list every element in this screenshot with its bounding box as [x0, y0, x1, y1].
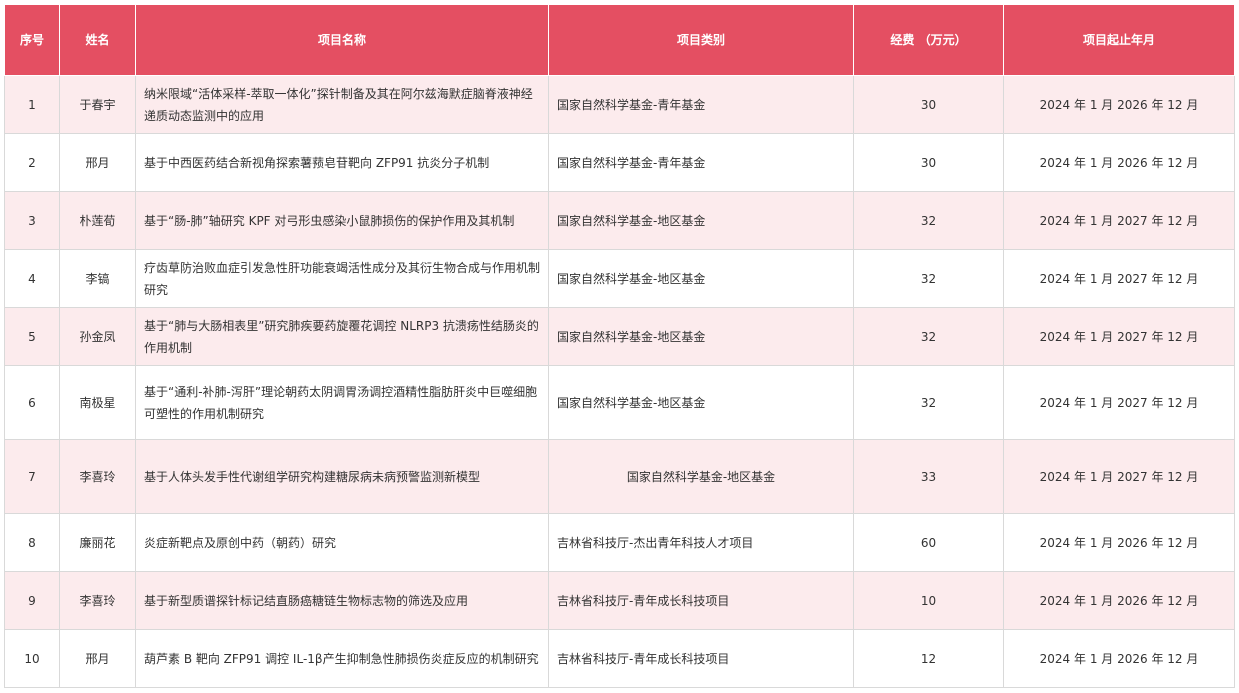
- cell-category: 国家自然科学基金-地区基金: [548, 249, 854, 308]
- cell-period: 2024 年 1 月 2026 年 12 月: [1003, 75, 1235, 134]
- cell-funding: 33: [853, 439, 1004, 514]
- header-no: 序号: [4, 4, 60, 76]
- cell-no: 1: [4, 75, 60, 134]
- cell-period: 2024 年 1 月 2027 年 12 月: [1003, 191, 1235, 250]
- cell-title: 基于“肠-肺”轴研究 KPF 对弓形虫感染小鼠肺损伤的保护作用及其机制: [135, 191, 549, 250]
- cell-funding: 60: [853, 513, 1004, 572]
- cell-category: 国家自然科学基金-地区基金: [548, 191, 854, 250]
- cell-title: 葫芦素 B 靶向 ZFP91 调控 IL-1β产生抑制急性肺损伤炎症反应的机制研…: [135, 629, 549, 688]
- cell-name: 孙金凤: [59, 307, 136, 366]
- cell-period: 2024 年 1 月 2027 年 12 月: [1003, 249, 1235, 308]
- table-row: 1 于春宇 纳米限域“活体采样-萃取一体化”探针制备及其在阿尔兹海默症脑脊液神经…: [4, 75, 1235, 134]
- cell-category: 国家自然科学基金-地区基金: [548, 439, 854, 514]
- cell-title: 基于“通利-补肺-泻肝”理论朝药太阴调胃汤调控酒精性脂肪肝炎中巨噬细胞可塑性的作…: [135, 365, 549, 440]
- header-category: 项目类别: [548, 4, 854, 76]
- cell-no: 10: [4, 629, 60, 688]
- cell-period: 2024 年 1 月 2026 年 12 月: [1003, 629, 1235, 688]
- cell-title: 基于“肺与大肠相表里”研究肺疾要药旋覆花调控 NLRP3 抗溃疡性结肠炎的作用机…: [135, 307, 549, 366]
- table-row: 8 廉丽花 炎症新靶点及原创中药（朝药）研究 吉林省科技厅-杰出青年科技人才项目…: [4, 513, 1235, 572]
- header-name: 姓名: [59, 4, 136, 76]
- cell-name: 南极星: [59, 365, 136, 440]
- cell-title: 疗齿草防治败血症引发急性肝功能衰竭活性成分及其衍生物合成与作用机制研究: [135, 249, 549, 308]
- cell-category: 国家自然科学基金-地区基金: [548, 307, 854, 366]
- cell-name: 廉丽花: [59, 513, 136, 572]
- cell-category: 吉林省科技厅-杰出青年科技人才项目: [548, 513, 854, 572]
- cell-category: 国家自然科学基金-青年基金: [548, 133, 854, 192]
- cell-period: 2024 年 1 月 2027 年 12 月: [1003, 439, 1235, 514]
- header-title: 项目名称: [135, 4, 549, 76]
- cell-funding: 32: [853, 307, 1004, 366]
- cell-funding: 32: [853, 365, 1004, 440]
- table-row: 4 李镐 疗齿草防治败血症引发急性肝功能衰竭活性成分及其衍生物合成与作用机制研究…: [4, 249, 1235, 308]
- header-row: 序号 姓名 项目名称 项目类别 经费 （万元） 项目起止年月: [4, 4, 1235, 76]
- cell-no: 8: [4, 513, 60, 572]
- cell-no: 9: [4, 571, 60, 630]
- cell-category: 吉林省科技厅-青年成长科技项目: [548, 629, 854, 688]
- cell-no: 6: [4, 365, 60, 440]
- cell-category: 国家自然科学基金-地区基金: [548, 365, 854, 440]
- table-row: 5 孙金凤 基于“肺与大肠相表里”研究肺疾要药旋覆花调控 NLRP3 抗溃疡性结…: [4, 307, 1235, 366]
- table-row: 7 李喜玲 基于人体头发手性代谢组学研究构建糖尿病未病预警监测新模型 国家自然科…: [4, 439, 1235, 514]
- cell-no: 3: [4, 191, 60, 250]
- cell-period: 2024 年 1 月 2027 年 12 月: [1003, 365, 1235, 440]
- cell-title: 基于人体头发手性代谢组学研究构建糖尿病未病预警监测新模型: [135, 439, 549, 514]
- cell-name: 李喜玲: [59, 571, 136, 630]
- table-row: 10 邢月 葫芦素 B 靶向 ZFP91 调控 IL-1β产生抑制急性肺损伤炎症…: [4, 629, 1235, 688]
- cell-category: 国家自然科学基金-青年基金: [548, 75, 854, 134]
- table-row: 3 朴莲荀 基于“肠-肺”轴研究 KPF 对弓形虫感染小鼠肺损伤的保护作用及其机…: [4, 191, 1235, 250]
- cell-name: 李喜玲: [59, 439, 136, 514]
- cell-period: 2024 年 1 月 2027 年 12 月: [1003, 307, 1235, 366]
- cell-no: 4: [4, 249, 60, 308]
- cell-funding: 30: [853, 133, 1004, 192]
- cell-funding: 32: [853, 249, 1004, 308]
- header-funding: 经费 （万元）: [853, 4, 1004, 76]
- table-row: 2 邢月 基于中西医药结合新视角探索薯蓣皂苷靶向 ZFP91 抗炎分子机制 国家…: [4, 133, 1235, 192]
- cell-name: 邢月: [59, 629, 136, 688]
- cell-title: 基于中西医药结合新视角探索薯蓣皂苷靶向 ZFP91 抗炎分子机制: [135, 133, 549, 192]
- cell-name: 朴莲荀: [59, 191, 136, 250]
- table-row: 9 李喜玲 基于新型质谱探针标记结直肠癌糖链生物标志物的筛选及应用 吉林省科技厅…: [4, 571, 1235, 630]
- cell-funding: 32: [853, 191, 1004, 250]
- cell-funding: 30: [853, 75, 1004, 134]
- cell-title: 基于新型质谱探针标记结直肠癌糖链生物标志物的筛选及应用: [135, 571, 549, 630]
- cell-period: 2024 年 1 月 2026 年 12 月: [1003, 571, 1235, 630]
- cell-title: 炎症新靶点及原创中药（朝药）研究: [135, 513, 549, 572]
- cell-name: 于春宇: [59, 75, 136, 134]
- cell-funding: 10: [853, 571, 1004, 630]
- cell-no: 5: [4, 307, 60, 366]
- projects-table: 序号 姓名 项目名称 项目类别 经费 （万元） 项目起止年月 1 于春宇 纳米限…: [4, 4, 1235, 688]
- cell-funding: 12: [853, 629, 1004, 688]
- cell-period: 2024 年 1 月 2026 年 12 月: [1003, 133, 1235, 192]
- table-row: 6 南极星 基于“通利-补肺-泻肝”理论朝药太阴调胃汤调控酒精性脂肪肝炎中巨噬细…: [4, 365, 1235, 440]
- cell-period: 2024 年 1 月 2026 年 12 月: [1003, 513, 1235, 572]
- cell-title: 纳米限域“活体采样-萃取一体化”探针制备及其在阿尔兹海默症脑脊液神经递质动态监测…: [135, 75, 549, 134]
- cell-no: 7: [4, 439, 60, 514]
- cell-name: 邢月: [59, 133, 136, 192]
- cell-name: 李镐: [59, 249, 136, 308]
- cell-category: 吉林省科技厅-青年成长科技项目: [548, 571, 854, 630]
- cell-no: 2: [4, 133, 60, 192]
- header-period: 项目起止年月: [1003, 4, 1235, 76]
